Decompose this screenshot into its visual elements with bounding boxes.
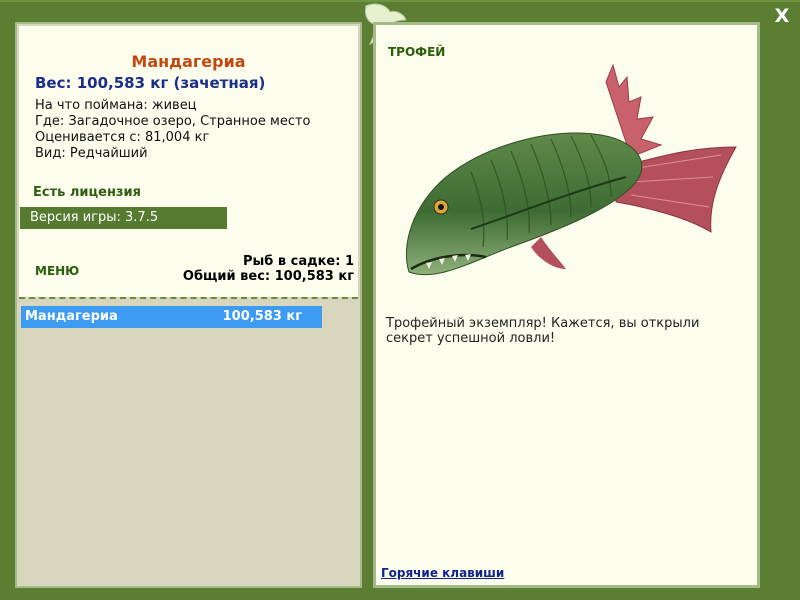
fish-weight: Вес: 100,583 кг (зачетная) xyxy=(35,74,266,92)
trophy-panel: ТРОФЕЙ Трофейный экземпляр! Кажется, вы … xyxy=(373,22,760,588)
fish-name-title: Мандагериа xyxy=(131,52,246,71)
keepnet-total-weight: Общий вес: 100,583 кг xyxy=(182,269,354,284)
rarity-line: Вид: Редчайший xyxy=(35,146,148,161)
bait-line: На что поймана: живец xyxy=(35,98,197,113)
game-version-bar: Версия игры: 3.7.5 xyxy=(20,207,227,229)
fish-info-panel: Мандагериа Вес: 100,583 кг (зачетная) На… xyxy=(15,22,362,588)
hotkeys-link[interactable]: Горячие клавиши xyxy=(381,566,504,580)
valued-from-line: Оценивается с: 81,004 кг xyxy=(35,130,210,145)
fish-image xyxy=(405,63,737,276)
list-item[interactable]: Мандагериа 100,583 кг xyxy=(21,306,322,328)
fish-details: Мандагериа Вес: 100,583 кг (зачетная) На… xyxy=(19,26,358,297)
location-line: Где: Загадочное озеро, Странное место xyxy=(35,114,311,129)
trophy-description: Трофейный экземпляр! Кажется, вы открыли… xyxy=(386,316,700,346)
list-item-weight: 100,583 кг xyxy=(222,309,302,324)
license-status: Есть лицензия xyxy=(33,185,141,200)
menu-button[interactable]: МЕНЮ xyxy=(35,264,79,278)
keepnet-count: Рыб в садке: 1 xyxy=(242,254,354,269)
list-item-name: Мандагериа xyxy=(25,309,118,324)
close-button[interactable]: X xyxy=(770,5,794,27)
divider xyxy=(19,297,358,299)
